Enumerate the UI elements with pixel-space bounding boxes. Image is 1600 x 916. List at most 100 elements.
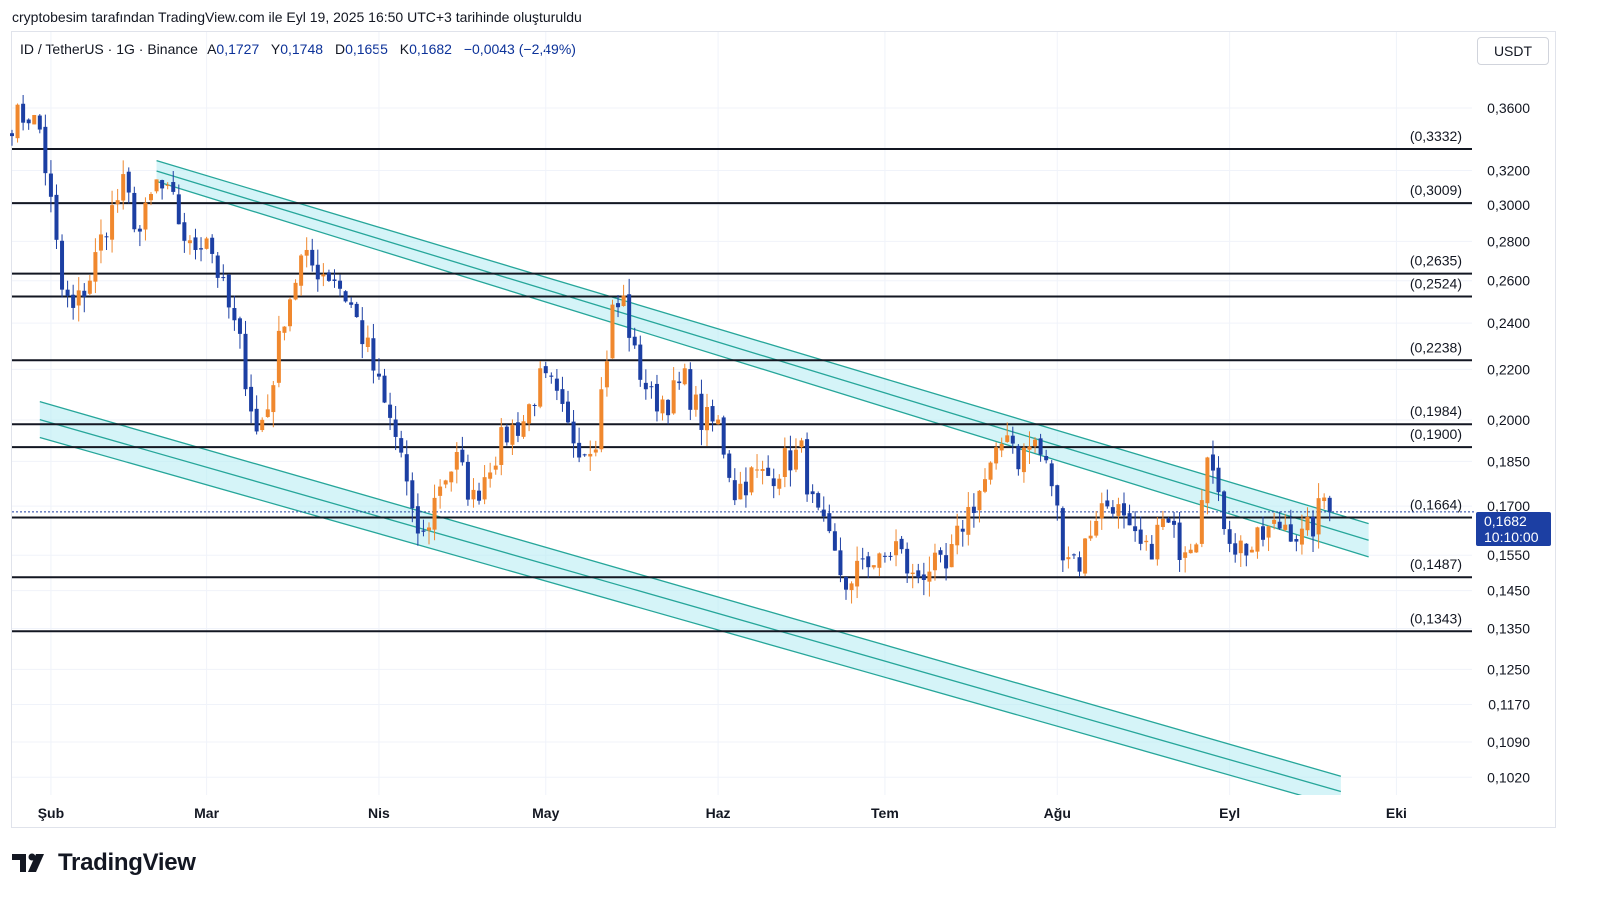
- candle-body: [738, 483, 743, 500]
- candle-body: [560, 389, 565, 404]
- candle-body: [894, 541, 899, 556]
- candle-body: [671, 380, 676, 414]
- candle-body: [171, 182, 176, 192]
- candle-body: [276, 330, 281, 383]
- price-badge: 0,1682 10:10:00: [1476, 512, 1551, 546]
- candle-body: [1172, 520, 1177, 525]
- candle-body: [810, 491, 815, 495]
- candle-body: [343, 291, 348, 302]
- candle-body: [755, 469, 760, 471]
- candle-body: [932, 552, 937, 571]
- candle-body: [721, 417, 726, 455]
- candle-body: [282, 326, 287, 333]
- candle-body: [1133, 526, 1138, 532]
- candle-group: [10, 94, 1332, 604]
- candle-body: [710, 406, 715, 422]
- candle-body: [921, 574, 926, 580]
- candle-body: [371, 338, 376, 371]
- candle-body: [1272, 519, 1277, 524]
- tradingview-logo-icon: [12, 853, 44, 872]
- candle-body: [321, 274, 326, 277]
- level-label: (0,3332): [1410, 128, 1462, 144]
- candle-body: [638, 344, 643, 380]
- x-tick-label: Eyl: [1219, 805, 1240, 821]
- candle-body: [999, 443, 1004, 451]
- candle-body: [126, 171, 131, 193]
- candle-body: [1283, 524, 1288, 530]
- candle-body: [76, 290, 81, 306]
- candle-body: [793, 449, 798, 470]
- candle-body: [549, 375, 554, 377]
- candle-body: [121, 174, 126, 201]
- y-tick-label: 0,1250: [1487, 661, 1530, 677]
- candle-body: [1116, 504, 1121, 516]
- candle-body: [449, 471, 454, 483]
- candle-body: [187, 240, 192, 244]
- price-badge-countdown: 10:10:00: [1484, 529, 1539, 545]
- candle-body: [860, 558, 865, 560]
- candle-body: [1183, 552, 1188, 558]
- candle-body: [438, 486, 443, 496]
- y-tick-label: 0,1020: [1487, 769, 1530, 785]
- candle-body: [727, 453, 732, 478]
- candle-body: [599, 389, 604, 450]
- candle-body: [877, 553, 882, 568]
- candle-body: [326, 272, 331, 281]
- candle-body: [788, 450, 793, 471]
- candle-body: [838, 550, 843, 576]
- level-label: (0,1664): [1410, 497, 1462, 513]
- level-label: (0,2635): [1410, 253, 1462, 269]
- level-label: (0,1984): [1410, 403, 1462, 419]
- candle-body: [265, 409, 270, 417]
- price-chart[interactable]: (0,3332) (0,3009) (0,2635) (0,2524) (0,2238)…: [0, 0, 1600, 916]
- candle-body: [154, 179, 159, 192]
- candle-body: [1038, 438, 1043, 455]
- candle-body: [666, 399, 671, 416]
- candle-body: [938, 550, 943, 555]
- candle-body: [1205, 457, 1210, 504]
- candle-body: [1266, 526, 1271, 538]
- candle-body: [1233, 543, 1238, 555]
- candle-body: [210, 237, 215, 254]
- y-tick-label: 0,2800: [1487, 233, 1530, 249]
- candle-body: [882, 555, 887, 557]
- candle-body: [271, 385, 276, 413]
- candle-body: [677, 381, 682, 384]
- level-label: (0,1900): [1410, 426, 1462, 442]
- level-label: (0,1343): [1410, 610, 1462, 626]
- candle-body: [593, 449, 598, 453]
- candle-body: [1066, 557, 1071, 560]
- candle-body: [543, 366, 548, 374]
- candle-body: [193, 237, 198, 250]
- candle-body: [1261, 526, 1265, 540]
- candle-body: [849, 583, 854, 591]
- y-axis: 0,3600 0,3200 0,3000 0,2800 0,2600 0,2400 0,22…: [1487, 100, 1530, 785]
- candle-body: [1305, 516, 1310, 531]
- x-axis: Şub Mar Nis May Haz Tem Ağu Eyl Eki: [38, 805, 1407, 821]
- level-label: (0,2238): [1410, 339, 1462, 355]
- candle-body: [749, 467, 754, 493]
- candle-body: [143, 202, 148, 230]
- candle-body: [1016, 445, 1021, 470]
- candle-body: [488, 472, 493, 479]
- candle-body: [237, 318, 242, 334]
- candle-body: [1127, 513, 1132, 526]
- candle-body: [243, 333, 248, 390]
- candle-body: [1083, 538, 1088, 574]
- candle-body: [471, 489, 476, 500]
- y-tick-label: 0,2600: [1487, 273, 1530, 289]
- candle-body: [994, 447, 999, 464]
- candle-body: [777, 478, 782, 489]
- candle-body: [21, 103, 26, 123]
- candle-body: [1160, 518, 1165, 528]
- candle-body: [226, 274, 231, 308]
- x-tick-label: Şub: [38, 805, 64, 821]
- x-tick-label: Eki: [1386, 805, 1407, 821]
- candle-body: [354, 303, 359, 318]
- y-tick-label: 0,1170: [1488, 696, 1530, 712]
- tradingview-logo[interactable]: TradingView: [12, 849, 196, 877]
- candle-body: [410, 480, 415, 509]
- candle-body: [1277, 521, 1282, 529]
- candle-body: [871, 565, 876, 568]
- candle-body: [1199, 500, 1204, 544]
